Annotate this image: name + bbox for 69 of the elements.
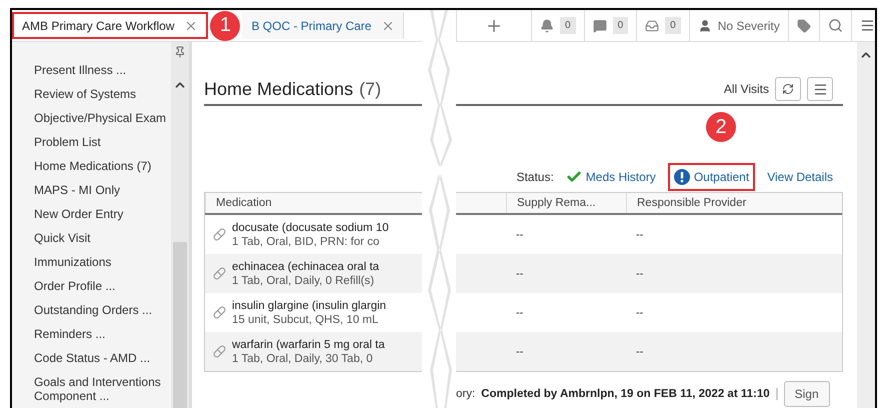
medication-detail: 1 Tab, Oral, Daily, 0 Refill(s) [232,274,376,286]
pill-icon [213,345,226,358]
table-cell: -- [636,268,644,280]
status-link[interactable]: View Details [761,164,839,190]
table-cell: -- [636,228,644,240]
medication-name[interactable]: insulin glargine (insulin glargin [232,300,386,312]
search-icon[interactable] [828,18,843,33]
pill-icon [213,306,226,319]
table-cell: -- [516,228,524,240]
annotation-badge: 2 [706,112,736,142]
status-link[interactable]: Outpatient [668,163,756,191]
sidebar-item[interactable]: Review of Systems [34,82,171,106]
options-button[interactable] [807,77,833,101]
sidebar-item[interactable]: Outstanding Orders ... [34,298,171,322]
sidebar-item[interactable]: Reminders ... [34,322,171,346]
medication-name[interactable]: warfarin (warfarin 5 mg oral ta [232,338,385,350]
pin-icon[interactable] [174,46,186,58]
column-header[interactable]: Responsible Provider [626,193,842,213]
sidebar-item[interactable]: Present Illness ... [34,58,171,82]
medication-name[interactable]: echinacea (echinacea oral ta [232,260,380,272]
medication-detail: 1 Tab, Oral, Daily, 30 Tab, 0 [232,352,374,364]
medication-detail: 15 unit, Subcut, QHS, 10 mL [232,314,380,326]
table-cell: -- [636,306,644,318]
notification-button[interactable]: 0 [531,10,584,41]
info-icon [674,169,690,185]
chat-icon [592,18,607,32]
scrollbar[interactable] [857,42,875,408]
column-header[interactable]: Medication [205,193,422,213]
annotation-badge: 1 [210,10,240,40]
menu-icon[interactable] [812,82,828,96]
sidebar-item[interactable]: MAPS - MI Only [34,178,171,202]
medication-name[interactable]: docusate (docusate sodium 10 [232,222,389,234]
sidebar-item[interactable]: Home Medications (7) [34,154,171,178]
status-label: Status: [516,170,554,184]
inbox-icon [645,18,660,32]
pill-icon [213,267,226,280]
medication-detail: 1 Tab, Oral, BID, PRN: for co [232,236,380,248]
sidebar-item[interactable]: Objective/Physical Exam [34,106,171,130]
table-cell: -- [636,346,644,358]
sign-button[interactable]: Sign [784,381,830,407]
section-title: Home Medications (7) [204,78,382,100]
bell-icon [540,18,554,32]
table-cell: -- [516,306,524,318]
pill-icon [213,228,226,241]
menu-icon[interactable] [860,18,875,33]
workflow-tab[interactable]: AMB Primary Care Workflow [12,12,208,39]
footer-label: ory: [456,388,476,400]
sidebar-item[interactable]: Order Profile ... [34,274,171,298]
sidebar-item[interactable]: Immunizations [34,250,171,274]
status-link[interactable]: Meds History [560,163,662,191]
person-icon [698,18,712,32]
scrollbar[interactable] [171,42,189,408]
completion-status: Completed by Ambrnlpn, 19 on FEB 11, 2022 at 11:10 [481,388,778,400]
sidebar-item[interactable]: Quick Visit [34,226,171,250]
notification-button[interactable]: 0 [584,10,636,41]
sidebar-item[interactable]: New Order Entry [34,202,171,226]
notification-button[interactable]: 0 [636,10,689,41]
table-cell: -- [516,268,524,280]
table-cell: -- [516,346,524,358]
refresh-icon[interactable] [782,83,794,95]
severity-button[interactable]: No Severity [688,10,788,41]
visit-filter[interactable]: All Visits [724,82,769,96]
refresh-button[interactable] [775,77,801,101]
sidebar-item[interactable]: Goals and Interventions Component ... [34,370,171,408]
sidebar-item[interactable]: Problem List [34,130,171,154]
tag-icon[interactable] [796,18,811,32]
column-header[interactable]: Supply Rema... [506,193,626,213]
workflow-tab[interactable]: B QOC - Primary Care [242,12,404,39]
sidebar-item[interactable]: Code Status - AMD ... [34,346,171,370]
